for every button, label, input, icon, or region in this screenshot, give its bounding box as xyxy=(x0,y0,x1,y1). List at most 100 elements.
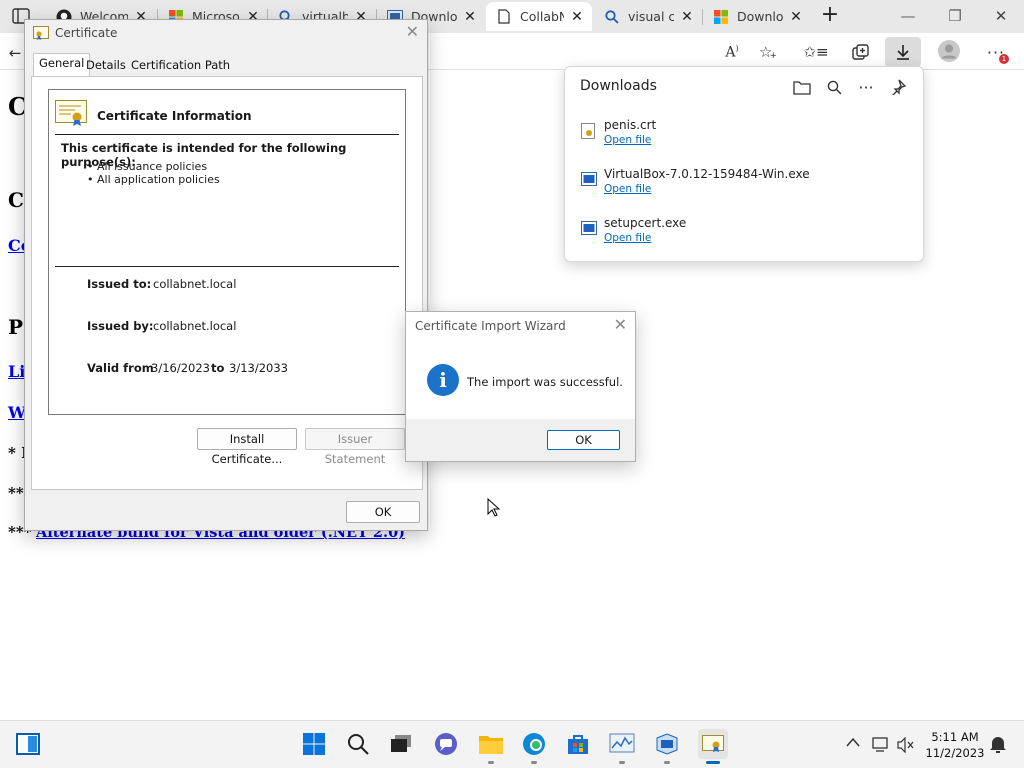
store-icon[interactable] xyxy=(565,731,591,757)
download-item[interactable]: VirtualBox-7.0.12-159484-Win.exe Open fi… xyxy=(579,167,909,203)
valid-from-value: 3/16/2023 xyxy=(151,361,210,375)
tab-title: Download xyxy=(737,9,783,24)
page-text: ** xyxy=(8,484,24,502)
dialog-title: Certificate Import Wizard xyxy=(415,319,566,333)
close-icon[interactable]: ✕ xyxy=(406,22,419,41)
close-icon[interactable]: ✕ xyxy=(789,9,803,25)
purpose-item: • All application policies xyxy=(87,173,220,186)
show-hidden-icons[interactable] xyxy=(846,735,860,751)
dialog-footer: OK xyxy=(406,419,635,461)
search-icon[interactable] xyxy=(824,78,844,96)
tab-details[interactable]: Details xyxy=(81,56,131,77)
page-icon xyxy=(496,9,512,25)
running-indicator xyxy=(531,761,537,764)
open-file-link[interactable]: Open file xyxy=(604,232,651,244)
certificate-dialog: Certificate ✕ General Details Certificat… xyxy=(24,19,428,531)
download-item[interactable]: setupcert.exe Open file xyxy=(579,216,909,252)
tab-collabnet[interactable]: CollabNet ✕ xyxy=(486,2,592,31)
more-options-icon[interactable]: ··· xyxy=(856,78,876,97)
import-wizard-dialog: Certificate Import Wizard ✕ i The import… xyxy=(405,311,636,462)
certificate-icon xyxy=(55,100,87,126)
open-folder-icon[interactable] xyxy=(792,78,812,96)
teams-chat-icon[interactable] xyxy=(433,731,459,757)
window-close-button[interactable]: ✕ xyxy=(981,4,1021,28)
certificate-icon xyxy=(33,26,49,40)
taskbar: 5:11 AM 11/2/2023 xyxy=(0,720,1024,768)
running-indicator xyxy=(619,761,625,764)
page-subheading: C xyxy=(8,188,24,212)
dialog-title: Certificate xyxy=(55,26,118,40)
open-file-link[interactable]: Open file xyxy=(604,134,651,146)
system-clock[interactable]: 5:11 AM 11/2/2023 xyxy=(922,729,988,761)
search-icon[interactable] xyxy=(345,731,371,757)
add-favorite-icon[interactable]: ☆ + xyxy=(755,40,781,64)
download-file-name: VirtualBox-7.0.12-159484-Win.exe xyxy=(604,167,810,181)
divider xyxy=(55,134,399,135)
profile-icon[interactable] xyxy=(936,39,962,63)
issued-to-value: collabnet.local xyxy=(153,277,237,291)
minimize-button[interactable]: — xyxy=(888,4,928,28)
more-icon[interactable]: ··· 1 xyxy=(983,40,1009,64)
download-item[interactable]: penis.crt Open file xyxy=(579,118,909,154)
open-file-link[interactable]: Open file xyxy=(604,183,651,195)
valid-to-value: 3/13/2033 xyxy=(229,361,288,375)
favorites-icon[interactable]: ✩≡ xyxy=(803,40,829,64)
tab-title: visual c++ xyxy=(628,9,674,24)
certificate-file-icon xyxy=(581,123,595,139)
downloads-panel: Downloads ··· penis.crt Open file Virtua… xyxy=(564,66,924,262)
certificate-ok-button[interactable]: OK xyxy=(346,501,420,523)
tab-certification-path[interactable]: Certification Path xyxy=(126,56,235,77)
read-aloud-icon[interactable]: A) xyxy=(719,40,745,64)
certificate-app-icon[interactable] xyxy=(698,729,728,759)
performance-monitor-icon[interactable] xyxy=(609,731,635,757)
tab-download-microsoft[interactable]: Download ✕ xyxy=(703,2,811,31)
volume-muted-icon[interactable] xyxy=(897,736,915,757)
divider xyxy=(55,266,399,267)
pin-icon[interactable] xyxy=(888,78,908,96)
page-link[interactable]: Li xyxy=(8,362,25,381)
info-icon: i xyxy=(427,364,459,396)
close-icon[interactable]: ✕ xyxy=(614,315,627,334)
download-file-name: penis.crt xyxy=(604,118,657,132)
purpose-item: • All issuance policies xyxy=(87,160,208,173)
tab-visual-cpp-search[interactable]: visual c++ ✕ xyxy=(594,2,702,31)
valid-to-label: to xyxy=(211,361,225,375)
import-success-message: The import was successful. xyxy=(467,375,623,389)
install-certificate-button[interactable]: Install Certificate... xyxy=(197,428,297,466)
active-indicator xyxy=(706,761,720,764)
search-icon xyxy=(604,9,620,25)
certificate-info-heading: Certificate Information xyxy=(97,109,252,123)
notification-badge: 1 xyxy=(999,54,1009,64)
restore-button[interactable]: ❐ xyxy=(935,4,975,28)
downloads-icon[interactable] xyxy=(885,37,921,67)
download-file-name: setupcert.exe xyxy=(604,216,687,230)
close-icon[interactable]: ✕ xyxy=(680,9,694,25)
general-tab-panel: Certificate Information This certificate… xyxy=(31,76,423,490)
network-icon[interactable] xyxy=(872,737,890,757)
mouse-cursor-icon xyxy=(487,497,501,521)
file-explorer-icon[interactable] xyxy=(478,731,504,757)
downloads-title: Downloads xyxy=(580,78,657,94)
certificate-info-box: Certificate Information This certificate… xyxy=(48,89,406,415)
issued-by-value: collabnet.local xyxy=(153,319,237,333)
notification-center-icon[interactable] xyxy=(989,735,1007,757)
running-indicator xyxy=(664,761,670,764)
microsoft-icon xyxy=(713,9,729,25)
close-icon[interactable]: ✕ xyxy=(570,9,584,25)
back-icon[interactable]: ← xyxy=(8,41,22,65)
issued-to-label: Issued to: xyxy=(87,277,152,291)
issued-by-label: Issued by: xyxy=(87,319,154,333)
widgets-icon[interactable] xyxy=(15,731,41,757)
exe-file-icon xyxy=(581,172,597,188)
issuer-statement-button[interactable]: Issuer Statement xyxy=(305,428,405,466)
virtualbox-icon[interactable] xyxy=(654,731,680,757)
start-icon[interactable] xyxy=(301,731,327,757)
close-icon[interactable]: ✕ xyxy=(463,9,477,25)
collections-icon[interactable] xyxy=(847,40,873,64)
task-view-icon[interactable] xyxy=(388,731,414,757)
edge-icon[interactable] xyxy=(521,731,547,757)
exe-file-icon xyxy=(581,221,597,237)
wizard-ok-button[interactable]: OK xyxy=(547,430,620,450)
running-indicator xyxy=(488,761,494,764)
new-tab-button[interactable]: + xyxy=(818,4,842,28)
